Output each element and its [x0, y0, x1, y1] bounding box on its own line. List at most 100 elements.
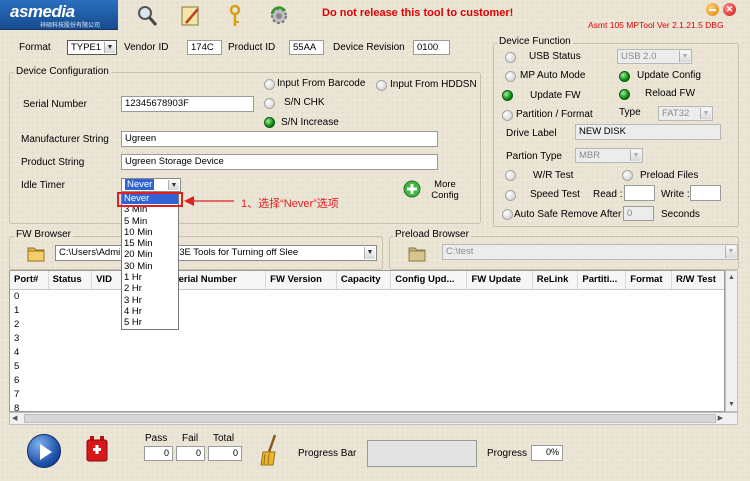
reload-fw-led[interactable]: [619, 89, 630, 100]
table-cell: [532, 401, 578, 411]
dropdown-option[interactable]: 5 Min: [122, 216, 178, 227]
chevron-down-icon: ▼: [104, 42, 115, 53]
dropdown-option[interactable]: 5 Hr: [122, 317, 178, 328]
input-hddsn-radio[interactable]: [376, 80, 387, 91]
auto-safe-remove-radio[interactable]: [502, 209, 513, 220]
table-cell: [578, 303, 626, 317]
product-id-field[interactable]: 55AA: [289, 40, 324, 55]
table-row[interactable]: 3: [10, 331, 724, 345]
usb-status-radio[interactable]: [505, 52, 516, 63]
dropdown-option[interactable]: 4 Hr: [122, 306, 178, 317]
partion-type-select[interactable]: MBR ▼: [575, 148, 643, 163]
serial-number-field[interactable]: 12345678903F: [121, 96, 254, 112]
table-cell: [266, 331, 337, 345]
table-row[interactable]: 2: [10, 317, 724, 331]
minimize-icon: [709, 9, 716, 11]
table-cell: [626, 359, 672, 373]
search-tool-button[interactable]: [134, 3, 160, 29]
dropdown-option[interactable]: 30 Min: [122, 261, 178, 272]
column-header[interactable]: Partiti...: [577, 271, 627, 290]
partition-format-radio[interactable]: [502, 110, 513, 121]
dropdown-option[interactable]: 10 Min: [122, 227, 178, 238]
scroll-thumb[interactable]: [24, 414, 716, 423]
table-cell: [671, 359, 724, 373]
close-button[interactable]: ✕: [723, 3, 736, 16]
table-cell: [168, 401, 266, 411]
write-field[interactable]: [690, 185, 721, 201]
preload-browse-button[interactable]: [407, 243, 427, 263]
table-vertical-scrollbar[interactable]: ▲ ▼: [725, 270, 738, 412]
minimize-button[interactable]: [706, 3, 719, 16]
auto-safe-remove-label: Auto Safe Remove After: [514, 209, 622, 220]
clear-button[interactable]: [258, 434, 280, 466]
column-header[interactable]: R/W Test: [671, 271, 724, 290]
table-cell: [626, 345, 672, 359]
usb-device-button[interactable]: [86, 436, 108, 462]
table-cell: [532, 331, 578, 345]
update-fw-led[interactable]: [502, 90, 513, 101]
column-header[interactable]: ReLink: [532, 271, 579, 290]
column-header[interactable]: Serial Number: [167, 271, 267, 290]
product-string-field[interactable]: Ugreen Storage Device: [121, 154, 438, 170]
column-header[interactable]: Config Upd...: [390, 271, 468, 290]
refresh-tool-button[interactable]: [266, 3, 292, 29]
read-field[interactable]: [624, 185, 655, 201]
sn-increase-radio[interactable]: [264, 117, 275, 128]
column-header[interactable]: Format: [625, 271, 672, 290]
mp-auto-mode-radio[interactable]: [505, 71, 516, 82]
fw-path-select[interactable]: C:\Users\Admi ktop\ASM1153E Tools for Tu…: [55, 245, 377, 261]
more-config-label: More Config: [431, 179, 459, 201]
idle-timer-select[interactable]: Never ▼: [121, 178, 181, 192]
column-header[interactable]: Capacity: [336, 271, 392, 290]
edit-tool-button[interactable]: [178, 3, 204, 29]
input-barcode-radio[interactable]: [264, 79, 275, 90]
column-header[interactable]: FW Update: [466, 271, 533, 290]
column-header[interactable]: Port#: [10, 271, 49, 290]
table-row[interactable]: 8: [10, 401, 724, 412]
key-tool-button[interactable]: [222, 3, 248, 29]
table-row[interactable]: 4: [10, 345, 724, 359]
table-horizontal-scrollbar[interactable]: ◀ ▶: [9, 412, 738, 425]
product-string-label: Product String: [21, 157, 85, 168]
type-select[interactable]: FAT32 ▼: [658, 106, 713, 121]
table-cell: [391, 331, 467, 345]
dropdown-option[interactable]: 3 Hr: [122, 295, 178, 306]
start-button[interactable]: [27, 434, 61, 468]
table-row[interactable]: 0: [10, 289, 724, 303]
preload-path-select[interactable]: C:\test ▼: [442, 244, 738, 260]
format-select[interactable]: TYPE1 ▼: [67, 40, 117, 55]
dropdown-option[interactable]: 20 Min: [122, 249, 178, 260]
table-cell: [92, 387, 130, 401]
table-row[interactable]: 7: [10, 387, 724, 401]
format-select-value: TYPE1: [71, 42, 102, 53]
dropdown-option[interactable]: 2 Hr: [122, 283, 178, 294]
drive-label-field[interactable]: NEW DISK: [575, 124, 721, 140]
update-config-led[interactable]: [619, 71, 630, 82]
more-config-button[interactable]: More Config: [403, 179, 463, 203]
table-row[interactable]: 6: [10, 373, 724, 387]
dropdown-option[interactable]: 15 Min: [122, 238, 178, 249]
preload-files-radio[interactable]: [622, 170, 633, 181]
manufacturer-string-field[interactable]: Ugreen: [121, 131, 438, 147]
table-row[interactable]: 1: [10, 303, 724, 317]
auto-safe-remove-field[interactable]: 0: [623, 206, 654, 221]
idle-timer-dropdown[interactable]: Never 3 Min 5 Min 10 Min 15 Min 20 Min 30 Min 1…: [121, 192, 179, 330]
speed-test-radio[interactable]: [505, 190, 516, 201]
sn-chk-radio[interactable]: [264, 98, 275, 109]
idle-timer-value: Never: [125, 179, 155, 190]
table-cell: [92, 331, 130, 345]
device-revision-field[interactable]: 0100: [413, 40, 450, 55]
table-cell: [671, 345, 724, 359]
vendor-id-field[interactable]: 174C: [187, 40, 222, 55]
wr-test-radio[interactable]: [505, 170, 516, 181]
read-label: Read :: [593, 189, 623, 200]
column-header[interactable]: FW Version: [265, 271, 337, 290]
usb-status-select[interactable]: USB 2.0 ▼: [617, 49, 692, 64]
table-cell: [671, 331, 724, 345]
table-row[interactable]: 5: [10, 359, 724, 373]
dropdown-option[interactable]: 1 Hr: [122, 272, 178, 283]
play-icon: [40, 444, 52, 460]
fw-browse-button[interactable]: [26, 243, 46, 263]
table-cell: [266, 345, 337, 359]
column-header[interactable]: Status: [48, 271, 93, 290]
